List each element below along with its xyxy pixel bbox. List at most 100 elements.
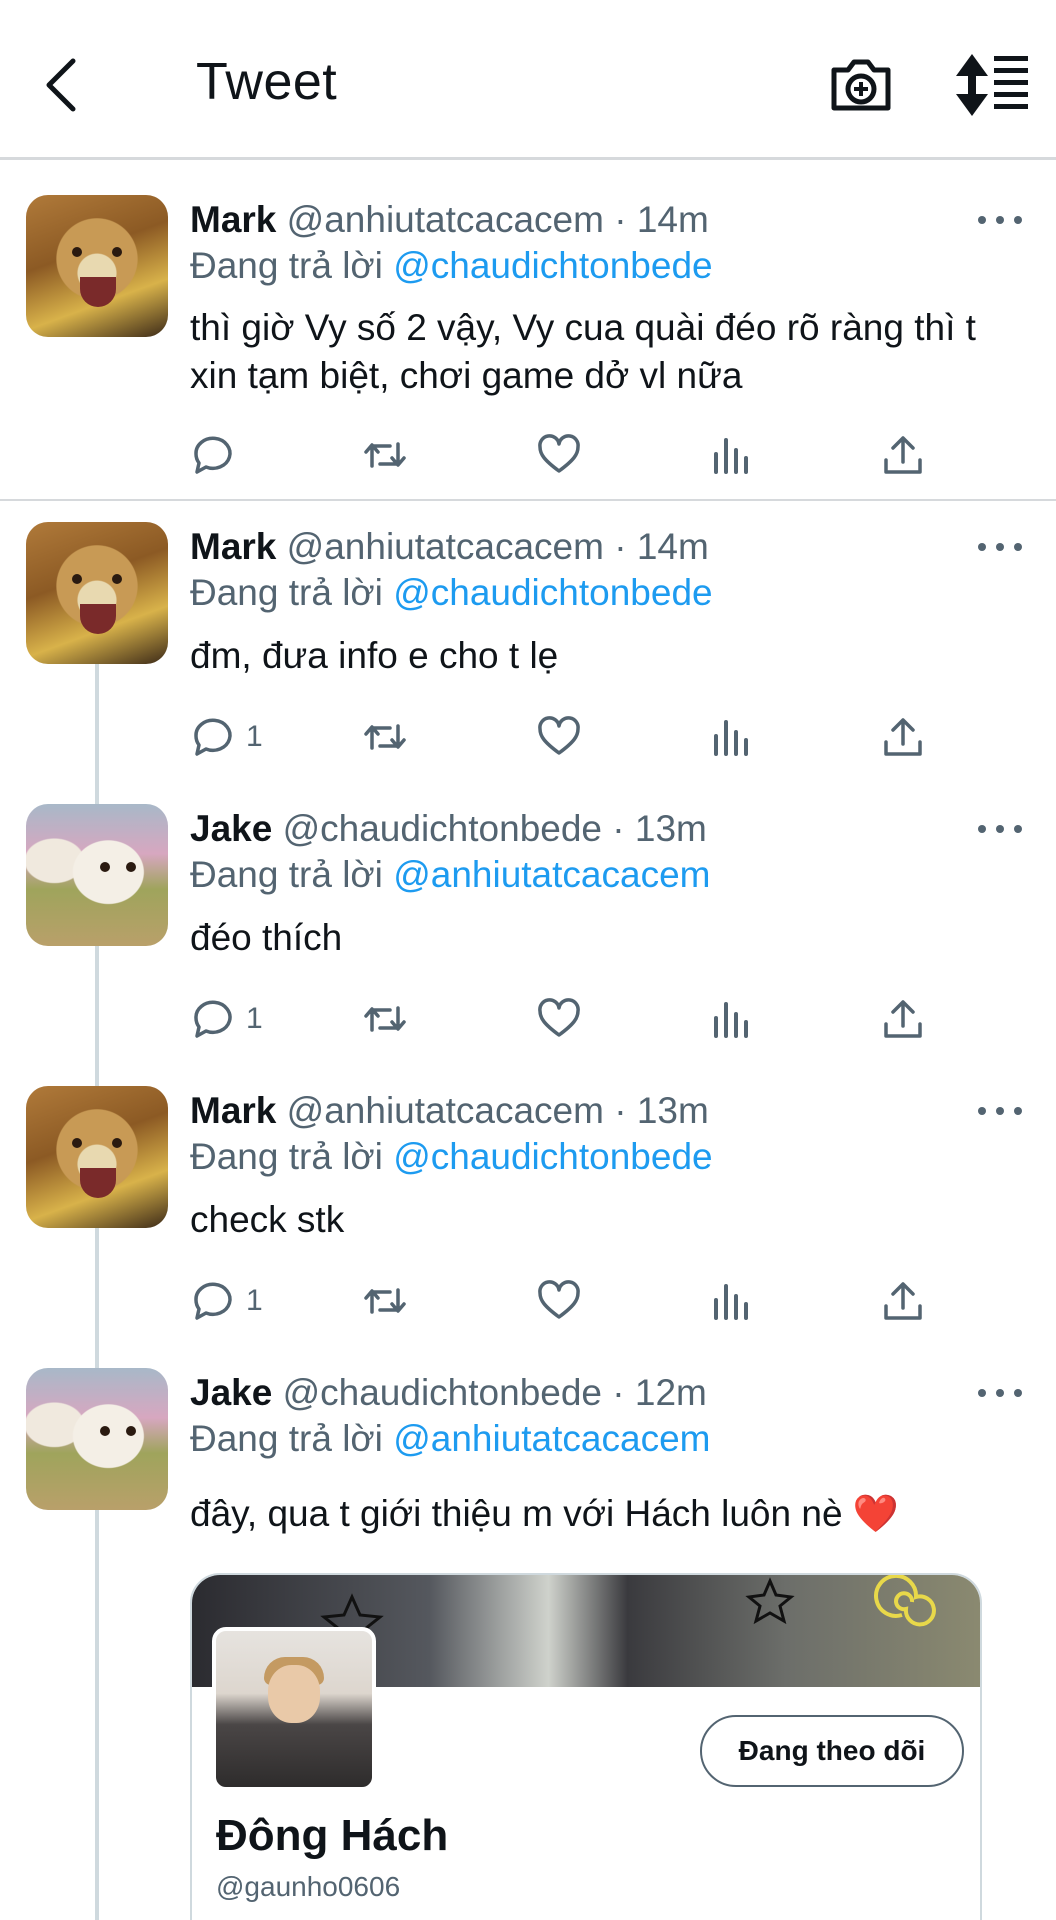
reply-icon <box>194 718 232 756</box>
tweet-text-body: đây, qua t giới thiệu m với Hách luôn nè <box>190 1493 843 1534</box>
retweet-icon <box>364 1006 406 1032</box>
following-button[interactable]: Đang theo dõi <box>700 1715 964 1787</box>
profile-card[interactable]: Đang theo dõi Đông Hách @gaunho0606 <box>190 1573 982 1920</box>
tweet-actions: 1 <box>190 1276 950 1326</box>
views-button[interactable] <box>708 712 754 762</box>
tweet-time: · 14m <box>614 526 709 567</box>
reply-prefix: Đang trả lời <box>190 245 383 286</box>
reply-prefix: Đang trả lời <box>190 1418 383 1459</box>
retweet-icon <box>364 724 406 750</box>
profile-name: Đông Hách <box>216 1811 449 1860</box>
share-icon <box>884 436 922 474</box>
reply-prefix: Đang trả lời <box>190 1136 383 1177</box>
tweet-time: · 13m <box>612 808 707 849</box>
like-button[interactable] <box>536 1276 582 1326</box>
like-button[interactable] <box>536 430 582 480</box>
heart-icon <box>538 434 580 473</box>
more-options-button[interactable] <box>978 1383 1022 1403</box>
share-icon <box>884 1282 922 1320</box>
mention-link[interactable]: @chaudichtonbede <box>393 245 712 286</box>
mention-link[interactable]: @anhiutatcacacem <box>393 1418 710 1459</box>
reply-count: 1 <box>246 1002 263 1035</box>
reply-prefix: Đang trả lời <box>190 854 383 895</box>
share-button[interactable] <box>880 430 926 480</box>
reply-count: 1 <box>246 1284 263 1317</box>
avatar[interactable] <box>26 195 168 337</box>
tweet-time: · 12m <box>612 1372 707 1413</box>
retweet-button[interactable] <box>362 1276 408 1326</box>
views-button[interactable] <box>708 1276 754 1326</box>
reply-icon <box>194 1000 232 1038</box>
retweet-button[interactable] <box>362 430 408 480</box>
like-button[interactable] <box>536 712 582 762</box>
heart-icon <box>538 998 580 1037</box>
analytics-icon <box>714 438 748 474</box>
avatar[interactable] <box>26 1086 168 1228</box>
share-icon <box>884 1000 922 1038</box>
avatar[interactable] <box>26 1368 168 1510</box>
avatar[interactable] <box>26 804 168 946</box>
sort-icon <box>956 54 1028 116</box>
author-name[interactable]: Mark <box>190 199 276 240</box>
heart-emoji: ❤️ <box>852 1493 899 1534</box>
camera-button[interactable] <box>826 50 896 120</box>
reply-context: Đang trả lời @anhiutatcacacem <box>190 853 710 897</box>
reply-prefix: Đang trả lời <box>190 572 383 613</box>
more-options-button[interactable] <box>978 210 1022 230</box>
share-button[interactable] <box>880 994 926 1044</box>
author-name[interactable]: Jake <box>190 1372 272 1413</box>
mention-link[interactable]: @chaudichtonbede <box>393 572 712 613</box>
author-handle: @anhiutatcacacem <box>286 1090 604 1131</box>
reply-button[interactable]: 1 <box>190 1276 263 1326</box>
more-options-button[interactable] <box>978 537 1022 557</box>
top-bar: Tweet <box>0 0 1056 160</box>
share-button[interactable] <box>880 712 926 762</box>
views-button[interactable] <box>708 994 754 1044</box>
share-button[interactable] <box>880 1276 926 1326</box>
retweet-icon <box>364 1288 406 1314</box>
author-handle: @chaudichtonbede <box>282 1372 603 1413</box>
reply-button[interactable]: 1 <box>190 712 263 762</box>
author-name[interactable]: Jake <box>190 808 272 849</box>
tweet-header: Mark @anhiutatcacacem · 14m <box>190 525 709 569</box>
heart-icon <box>538 1280 580 1319</box>
tweet-text: thì giờ Vy số 2 vậy, Vy cua quài đéo rõ … <box>190 307 976 396</box>
tweet-time: · 13m <box>614 1090 709 1131</box>
tweet-time: · 14m <box>614 199 709 240</box>
more-options-button[interactable] <box>978 1101 1022 1121</box>
author-handle: @chaudichtonbede <box>282 808 603 849</box>
back-button[interactable] <box>36 50 86 120</box>
tweet-text: đéo thích <box>190 917 343 958</box>
analytics-icon <box>714 1284 748 1320</box>
divider <box>0 499 1056 501</box>
reply-context: Đang trả lời @chaudichtonbede <box>190 571 713 615</box>
profile-avatar[interactable] <box>212 1627 376 1791</box>
author-handle: @anhiutatcacacem <box>286 199 604 240</box>
more-options-button[interactable] <box>978 819 1022 839</box>
author-name[interactable]: Mark <box>190 526 276 567</box>
tweet-text: check stk <box>190 1199 345 1240</box>
like-button[interactable] <box>536 994 582 1044</box>
retweet-button[interactable] <box>362 712 408 762</box>
reply-context: Đang trả lời @anhiutatcacacem <box>190 1417 710 1461</box>
analytics-icon <box>714 1002 748 1038</box>
retweet-icon <box>364 442 406 468</box>
sort-button[interactable] <box>954 52 1030 118</box>
author-name[interactable]: Mark <box>190 1090 276 1131</box>
reply-button[interactable] <box>190 430 246 480</box>
tweet-actions: 1 <box>190 994 950 1044</box>
share-icon <box>884 718 922 756</box>
retweet-button[interactable] <box>362 994 408 1044</box>
back-arrow-icon <box>46 58 76 112</box>
heart-icon <box>538 716 580 755</box>
reply-button[interactable]: 1 <box>190 994 263 1044</box>
tweet-header: Mark @anhiutatcacacem · 13m <box>190 1089 709 1133</box>
views-button[interactable] <box>708 430 754 480</box>
reply-icon <box>194 1282 232 1320</box>
tweet-actions <box>190 430 950 480</box>
mention-link[interactable]: @chaudichtonbede <box>393 1136 712 1177</box>
tweet-header: Jake @chaudichtonbede · 12m <box>190 1371 707 1415</box>
mention-link[interactable]: @anhiutatcacacem <box>393 854 710 895</box>
avatar[interactable] <box>26 522 168 664</box>
tweet-actions: 1 <box>190 712 950 762</box>
